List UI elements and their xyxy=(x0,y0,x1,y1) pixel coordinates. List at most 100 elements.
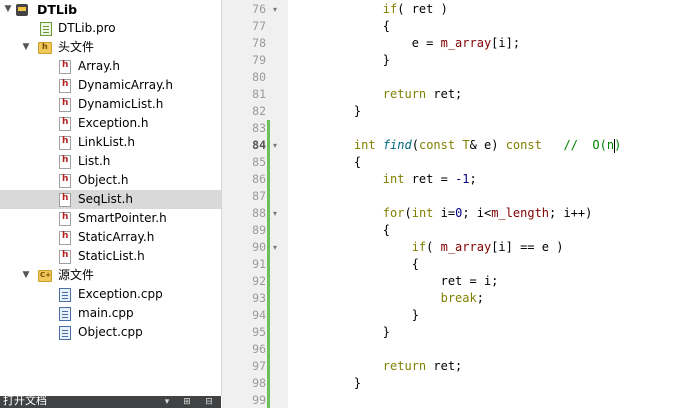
code-editor[interactable]: 76 ▾ 77 78 79 80 81 82 83 84 ▾ 85 86 87 88 ▾ 89 90 ▾ 91 92 93… xyxy=(222,0,675,408)
tree-item-label: StaticList.h xyxy=(78,249,145,263)
code-line[interactable]: return ret; xyxy=(325,358,462,375)
line-number: 95 xyxy=(252,325,266,339)
collapse-arrow-icon[interactable]: ▼ xyxy=(20,266,32,285)
code-line[interactable]: } xyxy=(325,324,390,341)
line-number: 86 xyxy=(252,172,266,186)
tree-item-header[interactable]: List.h xyxy=(0,152,221,171)
split-panel-button[interactable]: ⊞ xyxy=(180,396,194,408)
line-number: 99 xyxy=(252,393,266,407)
code-line[interactable]: } xyxy=(325,52,390,69)
header-file-icon xyxy=(59,79,71,93)
header-file-icon xyxy=(59,98,71,112)
changed-line-marker xyxy=(267,375,270,392)
code-line[interactable]: int find(const T& e) const // O(n) xyxy=(325,137,621,154)
changed-line-marker xyxy=(267,188,270,205)
line-number: 76 xyxy=(252,2,266,16)
code-line[interactable]: int ret = -1; xyxy=(325,171,477,188)
code-line[interactable]: { xyxy=(325,18,390,35)
tree-item-header-selected[interactable]: SeqList.h xyxy=(0,190,221,209)
header-file-icon xyxy=(59,155,71,169)
line-number: 81 xyxy=(252,87,266,101)
fold-chevron-icon[interactable]: ▾ xyxy=(270,239,280,256)
tree-item-source[interactable]: Object.cpp xyxy=(0,323,221,342)
tree-item-header[interactable]: StaticArray.h xyxy=(0,228,221,247)
line-number: 98 xyxy=(252,376,266,390)
collapse-arrow-icon[interactable]: ▼ xyxy=(20,38,32,57)
line-number: 93 xyxy=(252,291,266,305)
line-number: 97 xyxy=(252,359,266,373)
tree-item-header[interactable]: Array.h xyxy=(0,57,221,76)
fold-chevron-icon[interactable]: ▾ xyxy=(270,137,280,154)
code-line[interactable]: return ret; xyxy=(325,86,462,103)
header-file-icon xyxy=(59,250,71,264)
changed-line-marker xyxy=(267,171,270,188)
collapse-arrow-icon[interactable]: ▼ xyxy=(2,0,14,19)
header-file-icon xyxy=(59,117,71,131)
tree-item-header[interactable]: DynamicArray.h xyxy=(0,76,221,95)
tree-item-label: Exception.cpp xyxy=(78,287,163,301)
header-file-icon xyxy=(59,136,71,150)
project-icon xyxy=(16,4,28,16)
header-file-icon xyxy=(59,212,71,226)
code-line[interactable]: { xyxy=(325,222,390,239)
tree-item-header[interactable]: Object.h xyxy=(0,171,221,190)
tree-item-pro-file[interactable]: DTLib.pro xyxy=(0,19,221,38)
tree-item-project-root[interactable]: ▼ DTLib xyxy=(0,0,221,19)
pro-file-icon xyxy=(40,22,52,36)
tree-item-header[interactable]: DynamicList.h xyxy=(0,95,221,114)
tree-item-label: DynamicList.h xyxy=(78,97,164,111)
header-file-icon xyxy=(59,60,71,74)
tree-item-label: DTLib xyxy=(37,2,78,17)
tree-item-label: Array.h xyxy=(78,59,121,73)
tree-item-header[interactable]: Exception.h xyxy=(0,114,221,133)
changed-line-marker xyxy=(267,358,270,375)
tree-item-source[interactable]: main.cpp xyxy=(0,304,221,323)
code-line[interactable]: if( ret ) xyxy=(325,1,448,18)
cpp-file-icon xyxy=(59,307,71,321)
changed-line-marker xyxy=(267,307,270,324)
code-line[interactable]: e = m_array[i]; xyxy=(325,35,520,52)
tree-item-sources-folder[interactable]: ▼ 源文件 xyxy=(0,266,221,285)
code-line[interactable]: ret = i; xyxy=(325,273,499,290)
line-number: 92 xyxy=(252,274,266,288)
tree-item-label: 头文件 xyxy=(58,40,95,54)
code-line[interactable]: if( m_array[i] == e ) xyxy=(325,239,564,256)
project-tree[interactable]: ▼ DTLib DTLib.pro ▼ 头文件 Array.h DynamicA… xyxy=(0,0,222,396)
header-folder-icon xyxy=(38,42,52,54)
fold-chevron-icon[interactable]: ▾ xyxy=(270,205,280,222)
close-panel-button[interactable]: ⊟ xyxy=(202,396,216,408)
line-number: 83 xyxy=(252,121,266,135)
line-number: 85 xyxy=(252,155,266,169)
code-line[interactable]: break; xyxy=(325,290,484,307)
changed-line-marker xyxy=(267,256,270,273)
code-line[interactable]: { xyxy=(325,256,419,273)
tree-item-header[interactable]: SmartPointer.h xyxy=(0,209,221,228)
cpp-file-icon xyxy=(59,326,71,340)
line-number-gutter: 76 ▾ 77 78 79 80 81 82 83 84 ▾ 85 86 87 88 ▾ 89 90 ▾ 91 92 93… xyxy=(222,0,288,408)
tree-item-label: main.cpp xyxy=(78,306,134,320)
code-line[interactable]: { xyxy=(325,154,361,171)
line-number: 94 xyxy=(252,308,266,322)
line-number: 84 xyxy=(252,138,266,152)
open-documents-title: 打开文档 xyxy=(3,394,47,407)
panel-dropdown-button[interactable]: ▾ xyxy=(160,396,174,408)
tree-item-header[interactable]: LinkList.h xyxy=(0,133,221,152)
line-number: 90 xyxy=(252,240,266,254)
fold-chevron-icon[interactable]: ▾ xyxy=(270,1,280,18)
line-number: 88 xyxy=(252,206,266,220)
tree-item-headers-folder[interactable]: ▼ 头文件 xyxy=(0,38,221,57)
tree-item-header[interactable]: StaticList.h xyxy=(0,247,221,266)
code-line[interactable]: for(int i=0; i<m_length; i++) xyxy=(325,205,593,222)
tree-item-label: List.h xyxy=(78,154,111,168)
tree-item-label: DynamicArray.h xyxy=(78,78,173,92)
line-number: 96 xyxy=(252,342,266,356)
code-line[interactable]: } xyxy=(325,375,361,392)
header-file-icon xyxy=(59,193,71,207)
tree-item-source[interactable]: Exception.cpp xyxy=(0,285,221,304)
code-area[interactable]: if( ret ) { e = m_array[i]; } return ret… xyxy=(288,0,675,408)
code-line[interactable]: } xyxy=(325,103,361,120)
changed-line-marker xyxy=(267,392,270,408)
changed-line-marker xyxy=(267,290,270,307)
cpp-file-icon xyxy=(59,288,71,302)
code-line[interactable]: } xyxy=(325,307,419,324)
